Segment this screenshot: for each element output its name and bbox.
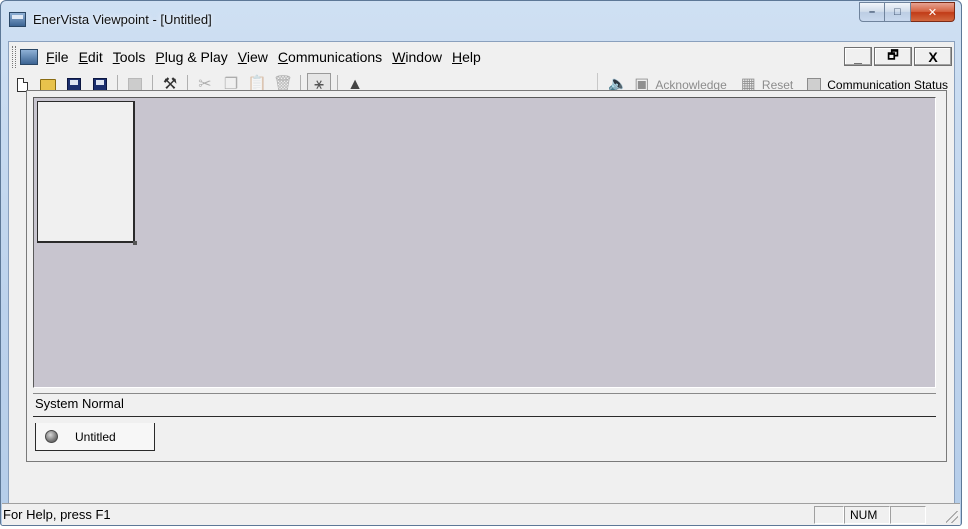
app-icon[interactable] <box>9 12 26 27</box>
title-bar[interactable]: EnerVista Viewpoint - [Untitled] – □ ✕ <box>1 1 961 41</box>
application-window: EnerVista Viewpoint - [Untitled] – □ ✕ F… <box>0 0 962 526</box>
window-title: EnerVista Viewpoint - [Untitled] <box>33 12 212 27</box>
menu-grip[interactable] <box>12 45 16 68</box>
mdi-minimize-icon: _ <box>854 48 862 65</box>
status-pane-scroll <box>890 506 926 524</box>
status-bar: For Help, press F1 NUM <box>2 503 960 525</box>
menu-view[interactable]: View <box>233 47 273 67</box>
mdi-workspace: System Normal Untitled <box>26 90 947 462</box>
maximize-button[interactable]: □ <box>885 2 911 22</box>
menu-edit[interactable]: Edit <box>74 47 108 67</box>
status-led-icon <box>45 430 58 443</box>
caption-buttons: – □ ✕ <box>859 2 955 22</box>
num-lock-indicator: NUM <box>844 506 890 524</box>
view-frame[interactable] <box>37 101 137 245</box>
menu-help[interactable]: Help <box>447 47 486 67</box>
status-pane-empty <box>814 506 844 524</box>
maximize-icon: □ <box>894 6 901 18</box>
drawing-canvas[interactable] <box>33 97 936 388</box>
status-help-text: For Help, press F1 <box>3 507 111 522</box>
size-grip-icon[interactable] <box>946 511 958 523</box>
menu-bar: File Edit Tools Plug & Play View Communi… <box>9 42 954 71</box>
document-icon[interactable] <box>20 48 38 65</box>
mdi-close-icon: X <box>928 48 938 65</box>
minimize-button[interactable]: – <box>859 2 885 22</box>
system-status-text: System Normal <box>33 393 936 413</box>
mdi-restore-button[interactable]: 🗗 <box>874 47 912 66</box>
tab-strip-divider <box>33 416 936 417</box>
minimize-icon: – <box>868 6 876 18</box>
menu-tools[interactable]: Tools <box>108 47 151 67</box>
tab-label: Untitled <box>75 429 116 444</box>
mdi-restore-icon: 🗗 <box>887 48 899 62</box>
resize-handle[interactable] <box>133 241 137 245</box>
mdi-close-button[interactable]: X <box>914 47 952 66</box>
menu-communications[interactable]: Communications <box>273 47 387 67</box>
mdi-minimize-button[interactable]: _ <box>844 47 872 66</box>
menu-file[interactable]: File <box>41 47 74 67</box>
menu-plug-and-play[interactable]: Plug & Play <box>150 47 232 67</box>
close-button[interactable]: ✕ <box>911 2 955 22</box>
menu-window[interactable]: Window <box>387 47 447 67</box>
tab-untitled[interactable]: Untitled <box>35 423 155 451</box>
mdi-caption-buttons: _ 🗗 X <box>844 47 952 66</box>
close-icon: ✕ <box>927 6 938 19</box>
